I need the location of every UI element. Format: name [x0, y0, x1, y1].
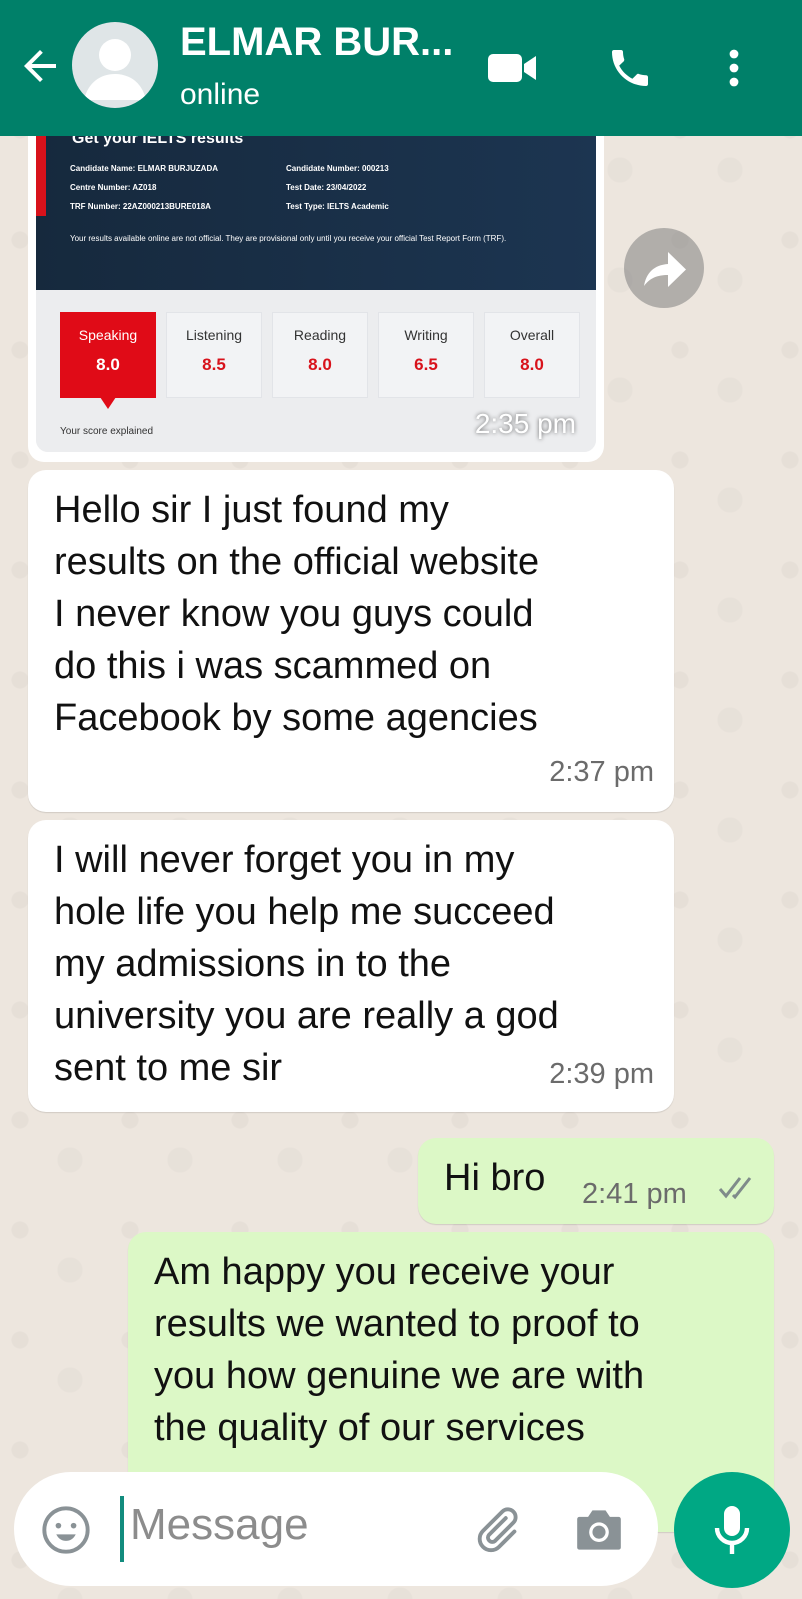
message-line: Am happy you receive your	[154, 1251, 615, 1293]
provisional-notice: Your results available online are not of…	[70, 234, 507, 243]
message-line: results on the official website	[54, 541, 540, 583]
trf-number: TRF Number: 22AZ000213BURE018A	[70, 202, 211, 211]
avatar-placeholder-icon	[84, 39, 146, 100]
outgoing-message[interactable]: Hi bro 2:41 pm	[418, 1138, 774, 1224]
double-check-icon	[718, 1177, 752, 1200]
message-line: my admissions in to the	[54, 943, 452, 985]
forward-button[interactable]	[624, 228, 704, 308]
score-listening[interactable]: Listening 8.5	[166, 312, 262, 398]
text-cursor	[120, 1496, 124, 1562]
score-value: 8.0	[520, 355, 544, 374]
phone-icon[interactable]	[606, 44, 654, 92]
score-explained-link: Your score explained	[60, 426, 154, 437]
score-label: Writing	[404, 327, 448, 343]
ielts-results-screenshot[interactable]: Get your IELTS results Candidate Name: E…	[36, 136, 596, 452]
message-time: 2:37 pm	[549, 756, 654, 788]
results-panel: Get your IELTS results Candidate Name: E…	[36, 136, 596, 290]
avatar[interactable]	[72, 22, 158, 108]
incoming-message[interactable]: I will never forget you in my hole life …	[28, 820, 674, 1112]
video-call-icon[interactable]	[486, 44, 540, 92]
emoji-icon[interactable]	[40, 1504, 92, 1556]
contact-name[interactable]: ELMAR BUR...	[180, 20, 453, 65]
message-line: sent to me sir	[54, 1047, 283, 1089]
score-label: Listening	[185, 327, 243, 343]
brand-strip	[36, 136, 46, 216]
candidate-number: Candidate Number: 000213	[286, 164, 389, 173]
score-value: 8.0	[308, 355, 332, 374]
message-time: 2:39 pm	[549, 1058, 654, 1090]
message-line: I never know you guys could	[54, 593, 534, 635]
message-input[interactable]: Message	[14, 1472, 658, 1586]
score-label: Speaking	[78, 327, 138, 343]
chat-header: ELMAR BUR... online	[0, 0, 802, 136]
score-label: Reading	[293, 327, 347, 343]
message-line: you how genuine we are with	[154, 1355, 645, 1397]
score-value: 8.0	[96, 355, 120, 374]
message-time: 2:41 pm	[582, 1178, 687, 1210]
forward-icon	[644, 252, 686, 287]
more-vert-icon[interactable]	[710, 44, 758, 92]
message-line: Hi bro	[444, 1157, 546, 1199]
image-message[interactable]: Get your IELTS results Candidate Name: E…	[28, 136, 604, 462]
test-type: Test Type: IELTS Academic	[286, 202, 389, 211]
message-line: hole life you help me succeed	[54, 891, 555, 933]
message-line: results we wanted to proof to	[154, 1303, 640, 1345]
message-line: Hello sir I just found my	[54, 489, 449, 531]
score-writing[interactable]: Writing 6.5	[378, 312, 474, 398]
message-line: do this i was scammed on	[54, 645, 492, 687]
score-value: 8.5	[202, 355, 226, 374]
score-speaking[interactable]: Speaking 8.0	[60, 312, 156, 409]
mic-icon	[714, 1506, 750, 1554]
back-arrow-icon[interactable]	[16, 42, 64, 90]
contact-status: online	[180, 78, 261, 111]
message-line: Facebook by some agencies	[54, 697, 538, 739]
voice-record-button[interactable]	[674, 1472, 790, 1588]
results-heading: Get your IELTS results	[72, 136, 244, 147]
message-placeholder[interactable]: Message	[130, 1500, 309, 1550]
centre-number: Centre Number: AZ018	[70, 183, 157, 192]
candidate-name: Candidate Name: ELMAR BURJUZADA	[70, 164, 219, 173]
incoming-message[interactable]: Hello sir I just found my results on the…	[28, 470, 674, 812]
score-reading[interactable]: Reading 8.0	[272, 312, 368, 398]
message-line: I will never forget you in my	[54, 839, 515, 881]
score-value: 6.5	[414, 355, 438, 374]
score-label: Overall	[509, 327, 555, 343]
test-date: Test Date: 23/04/2022	[286, 183, 367, 192]
score-overall[interactable]: Overall 8.0	[484, 312, 580, 398]
camera-icon[interactable]	[572, 1506, 626, 1554]
message-line: the quality of our services	[154, 1407, 585, 1449]
message-time: 2:35 pm	[474, 408, 576, 439]
message-line: university you are really a god	[54, 995, 559, 1037]
attach-icon[interactable]	[470, 1504, 522, 1556]
